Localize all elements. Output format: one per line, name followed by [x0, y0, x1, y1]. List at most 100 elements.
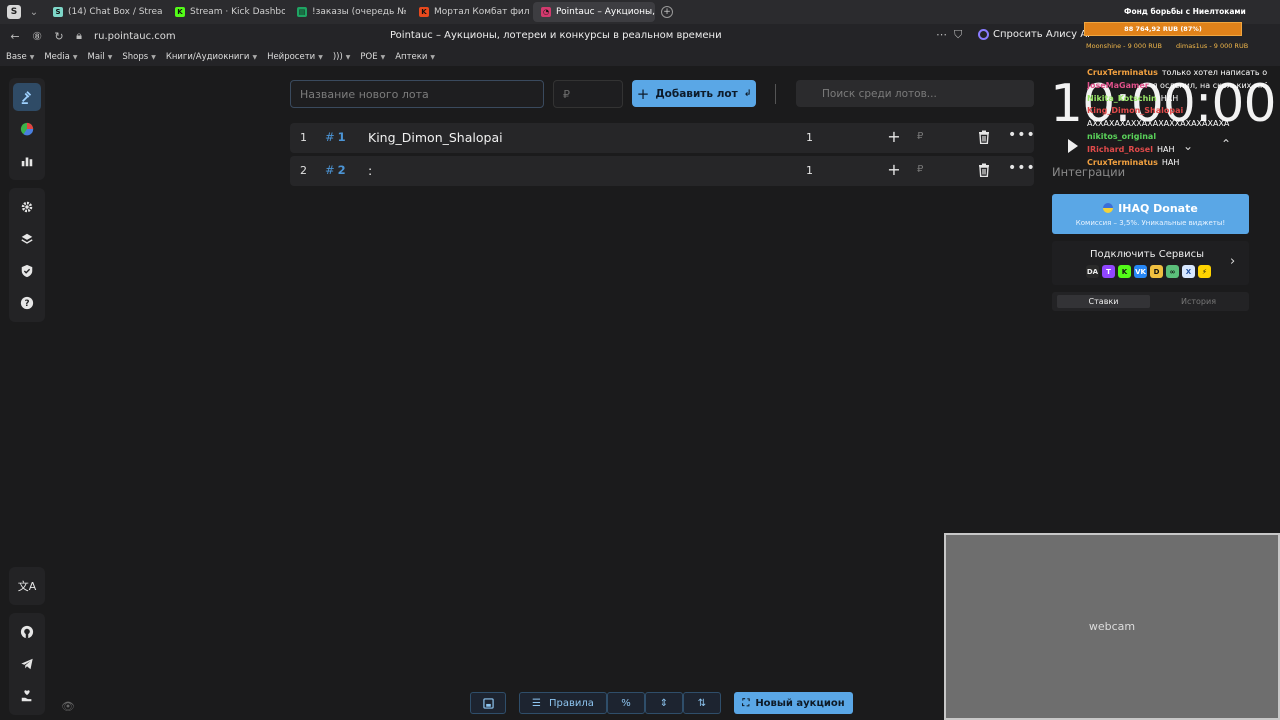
ihaq-donate-button[interactable]: IHAQ Donate Комиссия – 3,5%. Уникальные …: [1052, 194, 1249, 234]
tab-history[interactable]: История: [1152, 295, 1245, 308]
lot-number[interactable]: #1: [325, 130, 346, 144]
play-icon[interactable]: [1068, 139, 1078, 153]
chevron-down-icon: ▼: [72, 53, 78, 61]
chevron-down-icon[interactable]: ⌄: [27, 5, 41, 19]
bar-chart-icon: [21, 157, 33, 167]
tab-bets[interactable]: Ставки: [1057, 295, 1150, 308]
bookmark-folder[interactable]: Книги/Аудиокниги ▼: [166, 52, 257, 62]
percent-button[interactable]: %: [607, 692, 645, 714]
sidebar-item-help[interactable]: ?: [13, 289, 41, 317]
lot-number[interactable]: #2: [325, 163, 346, 177]
bookmark-folder[interactable]: Mail ▼: [87, 52, 112, 62]
browser-tab[interactable]: K Мортал Комбат фильм, 2: [411, 2, 529, 22]
chat-message: Nikita_Kotschin НАН: [1087, 93, 1179, 103]
sidebar-item-wheel[interactable]: [13, 115, 41, 143]
chat-message: King_Dimon_Shalopai: [1087, 106, 1184, 116]
donate-button[interactable]: [13, 682, 41, 710]
telegram-button[interactable]: [13, 650, 41, 678]
sidebar-item-stats[interactable]: [13, 147, 41, 175]
chevron-down-icon: ▼: [107, 53, 113, 61]
bookmark-folder[interactable]: Аптеки ▼: [395, 52, 435, 62]
sidebar-group-links: [9, 613, 45, 715]
browser-tab[interactable]: K Stream · Kick Dashboard: [167, 2, 285, 22]
lot-row[interactable]: 1 #1 King_Dimon_Shalopai 1 + ₽ •••: [290, 123, 1036, 153]
telegram-icon: [21, 658, 33, 670]
alice-icon: [978, 29, 989, 40]
trash-icon[interactable]: [977, 163, 991, 177]
chevron-down-icon: ▼: [430, 53, 436, 61]
browser-tab-active[interactable]: ◔ Pointauc – Аукционы, л ✕: [533, 2, 655, 22]
add-amount-icon[interactable]: +: [886, 160, 902, 180]
tab-label: Pointauc – Аукционы, л: [556, 7, 655, 17]
browser-home-icon[interactable]: ⑧: [30, 29, 44, 43]
chevron-right-icon: ›: [1230, 254, 1236, 269]
language-button[interactable]: 文A: [13, 572, 41, 600]
align-button[interactable]: ⇕: [645, 692, 683, 714]
lock-icon: 🔒︎: [76, 29, 82, 42]
top-donor-left: Moonshine - 9 000 RUB: [1086, 42, 1162, 50]
kick-icon: K: [1118, 265, 1131, 278]
eye-icon[interactable]: 👁︎: [61, 700, 75, 713]
more-icon[interactable]: •••: [1008, 160, 1036, 176]
sidebar-item-security[interactable]: [13, 257, 41, 285]
sidebar-item-layers[interactable]: [13, 225, 41, 253]
chat-overlay: CruxTerminatusтолько хотел написать об э…: [1087, 67, 1267, 169]
back-icon[interactable]: ←: [8, 29, 22, 43]
lot-row[interactable]: 2 #2 : 1 + ₽ •••: [290, 156, 1036, 186]
hand-heart-icon: [21, 690, 32, 702]
sheets-icon: ▤: [297, 7, 307, 17]
sort-button[interactable]: ⇅: [683, 692, 721, 714]
more-icon[interactable]: ⋯: [936, 28, 947, 41]
sidebar-group-settings: ?: [9, 188, 45, 322]
alice-button[interactable]: Спросить Алису AI: [978, 29, 1090, 40]
sidebar-item-auction[interactable]: [13, 83, 41, 111]
sidebar-item-settings[interactable]: [13, 193, 41, 221]
services-title: Подключить Сервисы: [1090, 249, 1204, 260]
gavel-icon: [21, 91, 32, 104]
streamlabs-icon: S: [53, 7, 63, 17]
connect-services-button[interactable]: Подключить Сервисы DA T K VK D ∞ X ⚡ ›: [1052, 241, 1249, 285]
trash-icon[interactable]: [977, 130, 991, 144]
new-auction-button[interactable]: ⛶ Новый аукцион: [734, 692, 853, 714]
save-icon: [482, 697, 494, 709]
goal-title: Фонд борьбы с Ниелтоками: [1124, 7, 1246, 16]
bets-tabs: Ставки История: [1052, 292, 1249, 311]
lot-name[interactable]: :: [368, 163, 372, 178]
layers-icon: [21, 233, 33, 244]
lot-name-input[interactable]: [290, 80, 544, 108]
more-icon[interactable]: •••: [1008, 127, 1036, 143]
save-button[interactable]: [470, 692, 506, 714]
kinopoisk-icon: K: [419, 7, 429, 17]
lot-index: 1: [300, 131, 307, 144]
bookmark-folder[interactable]: Media ▼: [44, 52, 77, 62]
translate-icon: 文A: [17, 580, 37, 593]
browser-tab[interactable]: S (14) Chat Box / Streamlab: [45, 2, 163, 22]
tribute-icon: ∞: [1166, 265, 1179, 278]
lot-price-input[interactable]: [553, 80, 623, 108]
goal-progress-bar: 88 764,92 RUB (87%): [1084, 22, 1242, 36]
url-field[interactable]: ru.pointauc.com: [94, 31, 176, 42]
rules-label: Правила: [549, 697, 594, 709]
browser-tab[interactable]: ▤ !заказы (очередь №2) - G: [289, 2, 407, 22]
lot-name[interactable]: King_Dimon_Shalopai: [368, 130, 503, 145]
webcam-image: webcam: [946, 535, 1278, 718]
chat-message: JoseMaGamer я ослепил, на скольких мк?: [1087, 80, 1267, 90]
bookmark-folder[interactable]: Base ▼: [6, 52, 34, 62]
bookmark-icon[interactable]: ⛉: [954, 28, 962, 42]
bookmark-folder[interactable]: Shops ▼: [122, 52, 155, 62]
add-amount-icon[interactable]: +: [886, 127, 902, 147]
reload-icon[interactable]: ↻: [52, 29, 66, 43]
new-tab-icon[interactable]: +: [661, 6, 673, 18]
lot-search-input[interactable]: [796, 80, 1034, 107]
goal-progress-text: 88 764,92 RUB (87%): [1124, 25, 1202, 33]
ruble-icon: ₽: [917, 131, 924, 142]
bookmark-folder[interactable]: ))) ▼: [333, 52, 351, 62]
add-lot-button[interactable]: + Добавить лот ↲: [632, 80, 756, 107]
bolt-icon: ⚡: [1198, 265, 1211, 278]
rules-button[interactable]: ☰ Правила: [519, 692, 607, 714]
browser-logo-icon[interactable]: S: [7, 5, 21, 19]
github-button[interactable]: [13, 618, 41, 646]
bookmark-folder[interactable]: Нейросети ▼: [267, 52, 323, 62]
chevron-down-icon: ▼: [151, 53, 156, 61]
bookmark-folder[interactable]: POE ▼: [360, 52, 385, 62]
